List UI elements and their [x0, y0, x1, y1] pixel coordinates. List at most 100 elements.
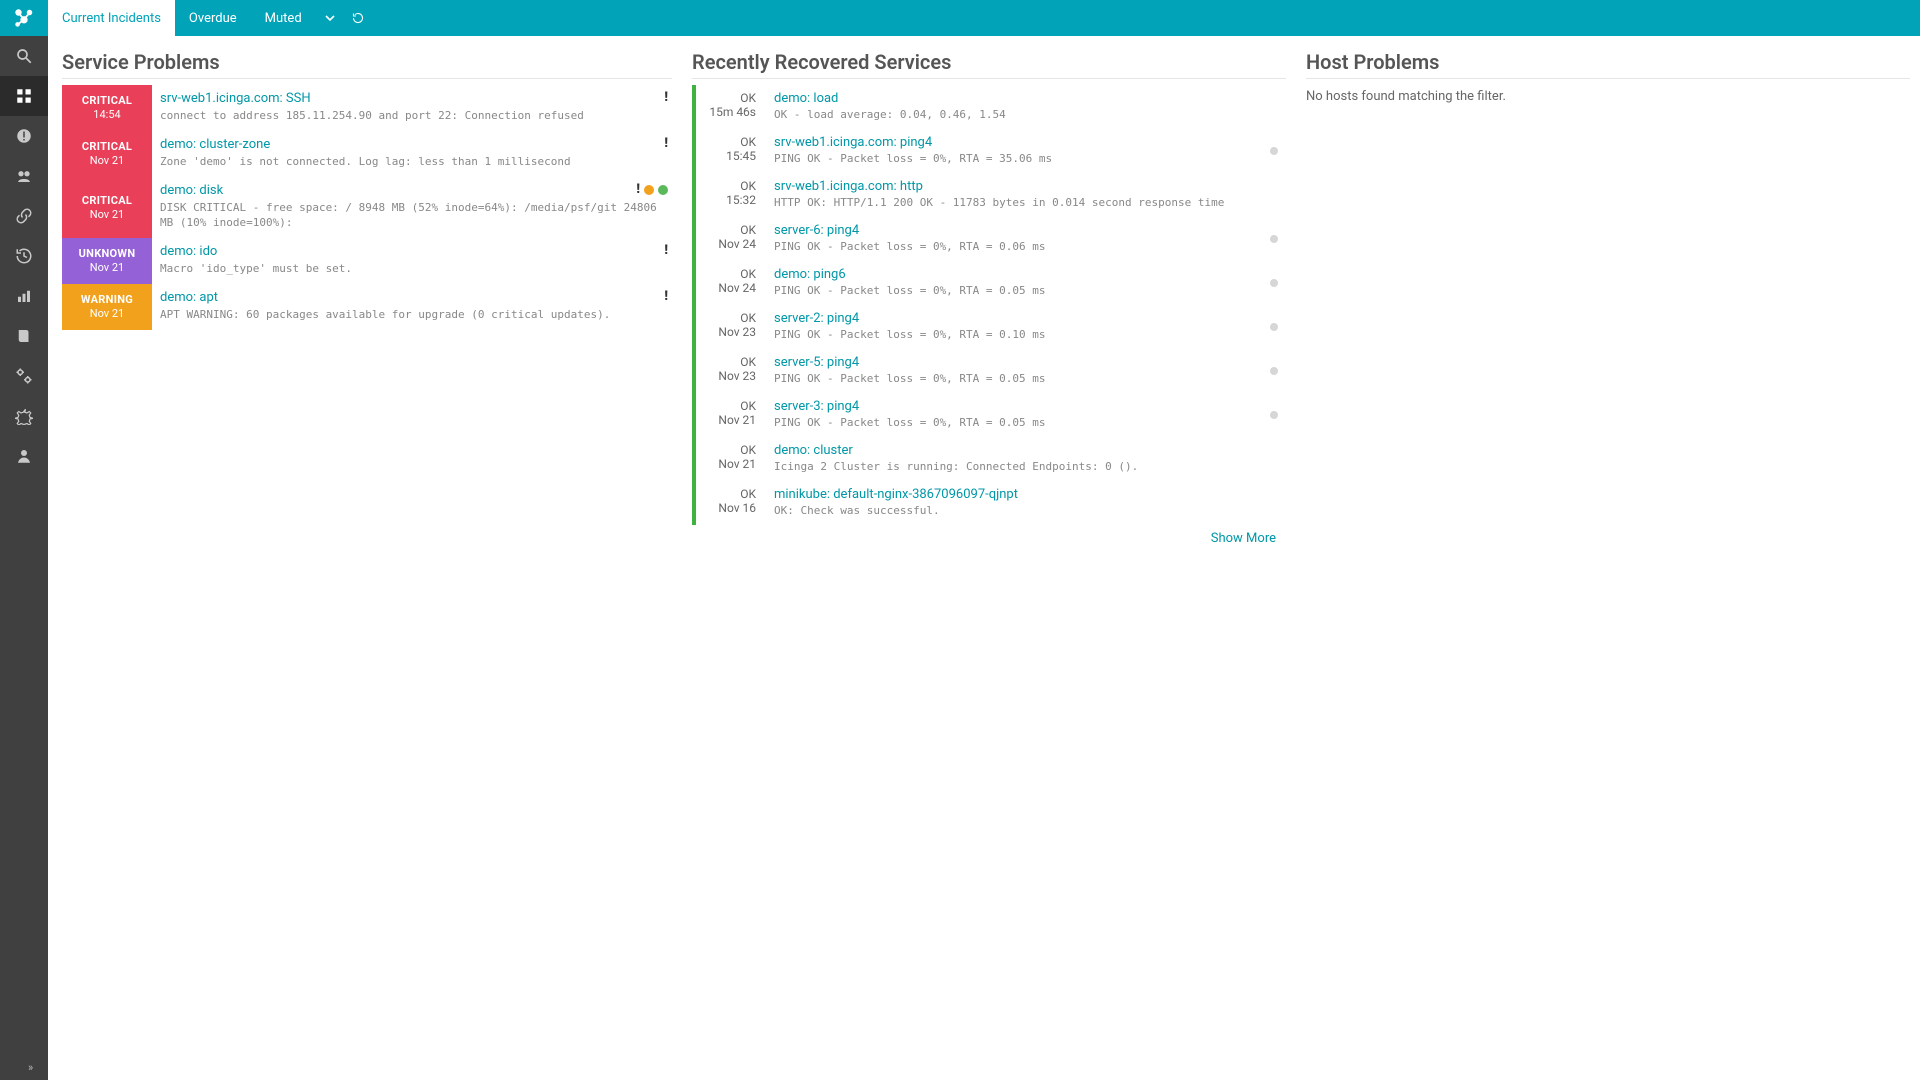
service-link[interactable]: demo: cluster-zone — [160, 137, 662, 152]
tab-overdue[interactable]: Overdue — [175, 0, 251, 36]
unhandled-icon: ! — [664, 290, 668, 303]
problems-icon[interactable] — [0, 116, 48, 156]
perfdata-orange-icon — [644, 185, 654, 195]
service-link[interactable]: server-3: ping4 — [774, 399, 1280, 414]
configuration-icon[interactable] — [0, 356, 48, 396]
state-label: OK — [696, 267, 756, 281]
state-label: CRITICAL — [82, 194, 132, 208]
plugin-output: HTTP OK: HTTP/1.1 200 OK - 11783 bytes i… — [774, 196, 1280, 209]
service-link[interactable]: server-6: ping4 — [774, 223, 1280, 238]
plugin-output: PING OK - Packet loss = 0%, RTA = 0.05 m… — [774, 284, 1280, 297]
state-time: Nov 23 — [696, 369, 756, 383]
recovered-service-row[interactable]: OK15m 46sdemo: loadOK - load average: 0.… — [692, 85, 1286, 129]
state-time: Nov 21 — [90, 307, 124, 321]
service-link[interactable]: demo: load — [774, 91, 1280, 106]
search-icon[interactable] — [0, 36, 48, 76]
state-badge: CRITICAL14:54 — [62, 85, 152, 131]
service-link[interactable]: server-5: ping4 — [774, 355, 1280, 370]
state-label: OK — [696, 311, 756, 325]
perfdata-grey-icon — [1270, 367, 1278, 375]
collapse-rail-icon[interactable]: » — [0, 1061, 48, 1074]
show-more-link[interactable]: Show More — [1211, 531, 1276, 546]
side-rail: » — [0, 36, 48, 1080]
refresh-button[interactable] — [344, 0, 372, 36]
state-time-cell: OKNov 21 — [696, 393, 764, 437]
service-link[interactable]: srv-web1.icinga.com: http — [774, 179, 1280, 194]
state-time: Nov 21 — [696, 457, 756, 471]
service-problem-row[interactable]: CRITICALNov 21demo: cluster-zoneZone 'de… — [62, 131, 672, 177]
overview-icon[interactable] — [0, 156, 48, 196]
reporting-icon[interactable] — [0, 276, 48, 316]
tab-menu-dropdown[interactable] — [316, 0, 344, 36]
state-time: Nov 21 — [90, 261, 124, 275]
plugin-output: connect to address 185.11.254.90 and por… — [160, 108, 662, 123]
service-link[interactable]: demo: apt — [160, 290, 662, 305]
service-problem-row[interactable]: CRITICALNov 21 demo: disk DISK CRITICAL - … — [62, 177, 672, 238]
state-time: 15:32 — [696, 193, 756, 207]
state-label: OK — [696, 223, 756, 237]
recovered-service-row[interactable]: OKNov 21 server-3: ping4 PING OK - Packet … — [692, 393, 1286, 437]
perfdata-grey-icon — [1270, 147, 1278, 155]
recovered-service-row[interactable]: OKNov 16minikube: default-nginx-38670960… — [692, 481, 1286, 525]
service-problems-heading: Service Problems — [62, 50, 672, 79]
unhandled-icon: ! — [664, 244, 668, 257]
state-badge: CRITICALNov 21 — [62, 131, 152, 177]
service-problem-row[interactable]: CRITICAL14:54 srv-web1.icinga.com: SSH con… — [62, 85, 672, 131]
unhandled-icon: ! — [664, 137, 668, 150]
plugin-output: Macro 'ido_type' must be set. — [160, 261, 662, 276]
tab-current-incidents[interactable]: Current Incidents — [48, 0, 175, 36]
system-icon[interactable] — [0, 396, 48, 436]
recovered-service-row[interactable]: OK15:32 srv-web1.icinga.com: http HTTP OK:… — [692, 173, 1286, 217]
app-logo[interactable] — [0, 0, 48, 36]
state-time-cell: OK15:32 — [696, 173, 764, 217]
service-link[interactable]: minikube: default-nginx-3867096097-qjnpt — [774, 487, 1280, 502]
state-time: Nov 24 — [696, 281, 756, 295]
plugin-output: PING OK - Packet loss = 0%, RTA = 35.06 … — [774, 152, 1280, 165]
recovered-service-row[interactable]: OK15:45srv-web1.icinga.com: ping4PING OK… — [692, 129, 1286, 173]
tab-muted[interactable]: Muted — [251, 0, 316, 36]
state-time: Nov 24 — [696, 237, 756, 251]
state-badge: WARNINGNov 21 — [62, 284, 152, 330]
recovered-service-row[interactable]: OKNov 24 demo: ping6 PING OK - Packet loss… — [692, 261, 1286, 305]
service-problem-row[interactable]: WARNINGNov 21 demo: apt APT WARNING: 60 pa… — [62, 284, 672, 330]
state-label: CRITICAL — [82, 140, 132, 154]
dashboard-icon[interactable] — [0, 76, 48, 116]
main-content: Service Problems CRITICAL14:54 srv-web1.i… — [48, 36, 1920, 1080]
state-label: OK — [696, 443, 756, 457]
plugin-output: PING OK - Packet loss = 0%, RTA = 0.06 m… — [774, 240, 1280, 253]
recovered-service-row[interactable]: OKNov 21demo: clusterIcinga 2 Cluster is… — [692, 437, 1286, 481]
plugin-output: APT WARNING: 60 packages available for u… — [160, 307, 662, 322]
perfdata-grey-icon — [1270, 235, 1278, 243]
state-time-cell: OKNov 24 — [696, 217, 764, 261]
recovered-service-row[interactable]: OKNov 23server-2: ping4PING OK - Packet … — [692, 305, 1286, 349]
plugin-output: PING OK - Packet loss = 0%, RTA = 0.05 m… — [774, 416, 1280, 429]
service-link[interactable]: demo: ido — [160, 244, 662, 259]
service-problem-row[interactable]: UNKNOWNNov 21 demo: ido Macro 'ido_type' m… — [62, 238, 672, 284]
service-link[interactable]: srv-web1.icinga.com: SSH — [160, 91, 662, 106]
plugin-output: PING OK - Packet loss = 0%, RTA = 0.05 m… — [774, 372, 1280, 385]
state-badge: UNKNOWNNov 21 — [62, 238, 152, 284]
perfdata-grey-icon — [1270, 411, 1278, 419]
service-link[interactable]: srv-web1.icinga.com: ping4 — [774, 135, 1280, 150]
service-link[interactable]: demo: cluster — [774, 443, 1280, 458]
host-problems-empty-text: No hosts found matching the filter. — [1306, 85, 1910, 104]
plugin-output: OK - load average: 0.04, 0.46, 1.54 — [774, 108, 1280, 121]
documentation-icon[interactable] — [0, 316, 48, 356]
history-icon[interactable] — [0, 236, 48, 276]
service-link[interactable]: server-2: ping4 — [774, 311, 1280, 326]
service-problems-column: Service Problems CRITICAL14:54 srv-web1.i… — [62, 50, 682, 546]
plugin-output: DISK CRITICAL - free space: / 8948 MB (5… — [160, 200, 662, 230]
recovered-service-row[interactable]: OKNov 24 server-6: ping4 PING OK - Packet … — [692, 217, 1286, 261]
unhandled-icon: ! — [664, 91, 668, 104]
connections-icon[interactable] — [0, 196, 48, 236]
state-label: OK — [696, 399, 756, 413]
service-link[interactable]: demo: ping6 — [774, 267, 1280, 282]
user-icon[interactable] — [0, 436, 48, 476]
state-time: Nov 21 — [90, 154, 124, 168]
unhandled-icon: ! — [636, 183, 640, 196]
recovered-service-row[interactable]: OKNov 23server-5: ping4PING OK - Packet … — [692, 349, 1286, 393]
state-badge: CRITICALNov 21 — [62, 177, 152, 238]
tab-bar: Current IncidentsOverdueMuted — [48, 0, 316, 36]
service-link[interactable]: demo: disk — [160, 183, 662, 198]
host-problems-heading: Host Problems — [1306, 50, 1910, 79]
